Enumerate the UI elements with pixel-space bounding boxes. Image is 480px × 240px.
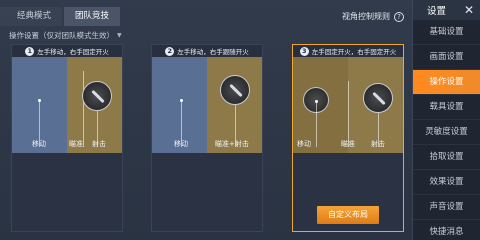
option-number: 3 [299,46,309,56]
fire-button-icon [220,75,250,105]
sidebar-item-controls[interactable]: 操作设置 [413,70,480,95]
option-title: 左手固定开火，右手固定开火 [311,48,397,56]
subtitle-text: 操作设置（仅对团队模式生效） [9,31,114,40]
fire-label: 射击 [371,140,385,148]
mode-tabs: 经典模式 团队竞技 [0,7,122,26]
move-label: 移动 [32,140,46,148]
fire-label: 射击 [92,140,106,148]
option-title: 左手移动，右手固定开火 [37,48,109,56]
main-panel: 经典模式 团队竞技 视角控制规则 ? 操作设置（仅对团队模式生效） ▼ 1 左手… [0,0,412,240]
sidebar-item-basic[interactable]: 基础设置 [413,20,480,45]
option-number: 2 [165,46,175,56]
sidebar-header: 设置 ✕ [413,0,480,20]
card-header: 3 左手固定开火，右手固定开火 [293,45,403,57]
layout-option-3[interactable]: 3 左手固定开火，右手固定开火 移动 瞄准 射击 自定义布局 [292,44,404,232]
sidebar-item-vehicle[interactable]: 载具设置 [413,95,480,120]
aim-pointer-line [348,81,349,147]
option-title: 左手移动，右手跟随开火 [177,48,249,56]
aim-label: 瞄准 [341,140,355,148]
move-dot [180,99,183,102]
option-number: 1 [25,46,35,56]
tab-classic[interactable]: 经典模式 [0,7,62,26]
sidebar-item-graphics[interactable]: 画面设置 [413,45,480,70]
card-header: 1 左手移动，右手固定开火 [12,45,122,57]
sidebar-item-quick-messages[interactable]: 快捷消息 [413,220,480,240]
layout-option-1[interactable]: 1 左手移动，右手固定开火 移动 瞄准 射击 [11,44,123,232]
lower-area [12,153,122,231]
move-pointer-line [316,103,317,147]
aim-pointer-line [83,71,84,147]
settings-sidebar: 设置 ✕ 基础设置 画面设置 操作设置 载具设置 灵敏度设置 拾取设置 效果设置… [412,0,480,240]
move-dot [38,99,41,102]
custom-layout-button[interactable]: 自定义布局 [317,206,379,224]
tab-team-deathmatch[interactable]: 团队竞技 [64,7,120,26]
move-label: 移动 [174,140,188,148]
move-label: 移动 [297,140,311,148]
view-control-rule[interactable]: 视角控制规则 ? [342,11,404,22]
card-header: 2 左手移动，右手跟随开火 [152,45,262,57]
aim-fire-label: 瞄准+射击 [215,140,249,148]
sidebar-title: 设置 [427,6,447,17]
sidebar-item-effects[interactable]: 效果设置 [413,170,480,195]
sidebar-item-sound[interactable]: 声音设置 [413,195,480,220]
view-control-label: 视角控制规则 [342,12,390,21]
lower-area [152,153,262,231]
close-icon[interactable]: ✕ [464,3,474,17]
help-icon[interactable]: ? [394,11,404,22]
right-fire-button-icon [363,83,393,113]
aim-label: 瞄准 [69,140,83,148]
chevron-down-icon: ▼ [117,32,122,39]
sidebar-item-sensitivity[interactable]: 灵敏度设置 [413,120,480,145]
operation-subtitle: 操作设置（仅对团队模式生效） ▼ [9,30,122,41]
sidebar-item-pickup[interactable]: 拾取设置 [413,145,480,170]
fire-button-icon [82,81,112,111]
layout-option-2[interactable]: 2 左手移动，右手跟随开火 移动 瞄准+射击 [151,44,263,232]
